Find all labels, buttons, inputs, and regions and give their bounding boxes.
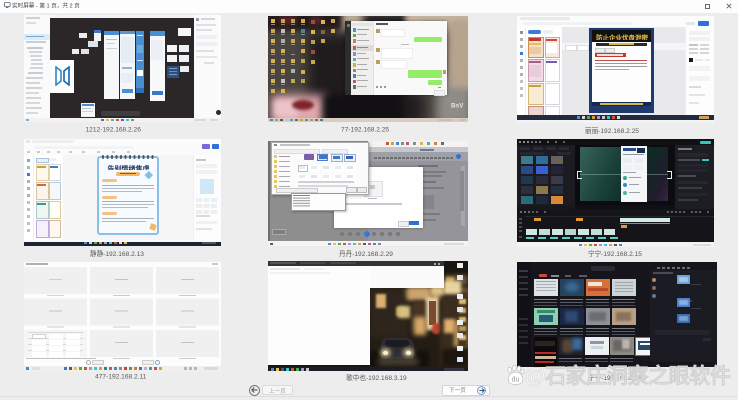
svg-text:du: du — [512, 376, 520, 383]
